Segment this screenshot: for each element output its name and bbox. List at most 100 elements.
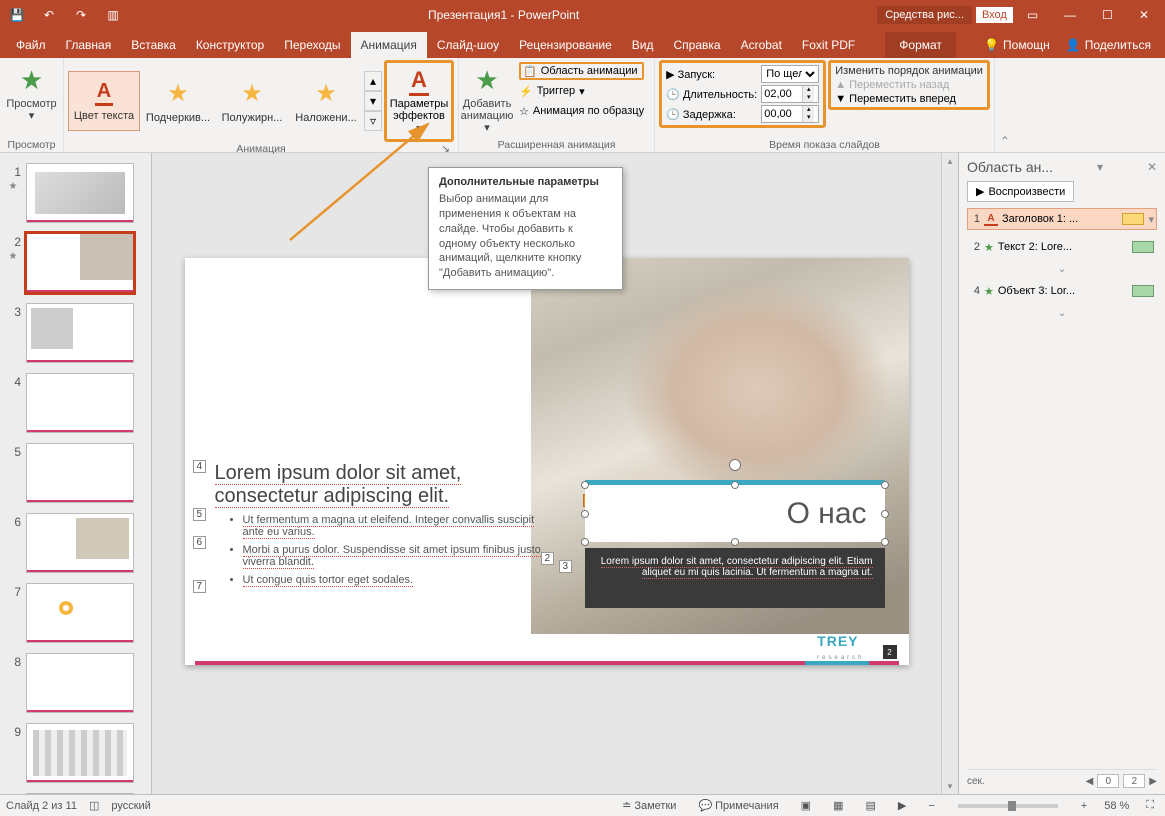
comments-button[interactable]: 💬 Примечания [693,799,783,812]
duration-input[interactable] [762,86,802,102]
star-icon: ★ [984,285,994,298]
delay-input[interactable] [762,106,802,122]
zoom-slider[interactable] [958,804,1058,808]
thumbnail-3[interactable] [26,303,134,363]
anim-tag-7[interactable]: 7 [193,580,207,593]
view-slideshow-icon[interactable]: ▶ [893,799,911,812]
star-icon: ★ [984,241,994,254]
minimize-icon[interactable]: — [1064,8,1076,22]
zoom-in-icon[interactable]: + [1076,800,1092,812]
preview-button[interactable]: ★ Просмотр▾ [8,60,56,126]
font-color-icon: A [984,212,998,226]
anim-tag-6[interactable]: 6 [193,536,207,549]
start-select[interactable]: По щелчку [761,65,819,83]
maximize-icon[interactable]: ☐ [1102,8,1113,22]
tab-file[interactable]: Файл [6,32,56,58]
save-icon[interactable]: 💾 [10,8,24,22]
anim-tag-4[interactable]: 4 [193,460,207,473]
share-button[interactable]: Поделиться [1085,38,1151,52]
language-label[interactable]: русский [111,800,150,812]
thumbnail-8[interactable] [26,653,134,713]
gallery-down-icon[interactable]: ▾ [364,91,382,111]
fit-to-window-icon[interactable]: ⛶ [1141,799,1159,812]
trigger-button[interactable]: ⚡ Триггер ▾ [519,82,644,100]
tab-insert[interactable]: Вставка [121,32,186,58]
nav-next-icon[interactable]: ▶ [1149,776,1157,787]
ribbon-options-icon[interactable]: ▭ [1027,8,1038,22]
anim-pane-item-3[interactable]: 4 ★ Объект 3: Lor... [967,280,1157,302]
account-login-button[interactable]: Вход [976,7,1013,23]
thumbnail-7[interactable] [26,583,134,643]
view-sorter-icon[interactable]: ▦ [828,799,848,812]
anim-pane-item-1[interactable]: 1 A Заголовок 1: ... ▾ [967,208,1157,230]
anim-tag-2[interactable]: 2 [541,552,555,565]
accessibility-icon[interactable]: ◫ [89,799,99,812]
lightbulb-icon: 💡 [984,38,999,52]
slide-subtitle-box[interactable]: Lorem ipsum dolor sit amet, consectetur … [585,548,885,608]
animation-pane-button[interactable]: 📋 Область анимации [519,62,644,80]
nav-prev-icon[interactable]: ◀ [1086,776,1094,787]
window-title: Презентация1 - PowerPoint [130,8,877,22]
slide-bullet-list[interactable]: Ut fermentum a magna ut eleifend. Intege… [229,514,549,592]
share-icon: 👤 [1066,38,1081,52]
anim-tag-3[interactable]: 3 [559,560,573,573]
move-later-button[interactable]: ▼ Переместить вперед [835,93,983,105]
play-button[interactable]: ▶ Воспроизвести [967,181,1074,202]
thumbnail-1[interactable] [26,163,134,223]
tab-acrobat[interactable]: Acrobat [731,32,792,58]
anim-effect-overlay[interactable]: ★Наложени... [290,71,362,131]
view-normal-icon[interactable]: ▣ [796,799,816,812]
anim-effect-color[interactable]: A Цвет текста [68,71,140,131]
tab-foxit[interactable]: Foxit PDF [792,32,865,58]
tab-slideshow[interactable]: Слайд-шоу [427,32,509,58]
anim-effect-underline[interactable]: ★Подчеркив... [142,71,214,131]
animation-painter-button[interactable]: ☆ Анимация по образцу [519,102,644,120]
tab-animation[interactable]: Анимация [351,32,427,58]
anim-tag-5[interactable]: 5 [193,508,207,521]
move-earlier-button: ▲ Переместить назад [835,79,983,91]
tab-home[interactable]: Главная [56,32,122,58]
rotate-handle-icon[interactable] [729,459,741,471]
add-animation-button[interactable]: ★ Добавить анимацию ▾ [463,60,511,138]
thumbnail-9[interactable] [26,723,134,783]
tab-transitions[interactable]: Переходы [274,32,350,58]
slide-heading[interactable]: Lorem ipsum dolor sit amet, consectetur … [215,462,545,508]
gallery-more-icon[interactable]: ▿ [364,111,382,131]
notes-button[interactable]: ≐ Заметки [617,799,681,812]
undo-icon[interactable]: ↶ [42,8,56,22]
tab-help[interactable]: Справка [663,32,730,58]
animation-pane-close-icon[interactable]: ✕ [1147,160,1157,174]
slide-title-box[interactable]: О нас [585,480,885,542]
effect-options-button[interactable]: A Параметры эффектов ▾ [384,60,454,142]
slide-thumbnails: 1★ 2★ 3 4 5 6 7 8 9 10 [0,153,152,794]
anim-effect-bold[interactable]: ★Полужирн... [216,71,288,131]
zoom-out-icon[interactable]: − [923,800,939,812]
thumbnail-6[interactable] [26,513,134,573]
slide-counter[interactable]: Слайд 2 из 11 [6,800,77,812]
redo-icon[interactable]: ↷ [74,8,88,22]
timeline-bar[interactable] [1132,285,1154,297]
view-reading-icon[interactable]: ▤ [860,799,880,812]
tell-me[interactable]: Помощн [1003,38,1050,52]
timeline-bar[interactable] [1122,213,1144,225]
expand-icon[interactable]: ⌄ [967,264,1157,274]
thumbnail-5[interactable] [26,443,134,503]
tab-format[interactable]: Формат [885,32,956,58]
gallery-up-icon[interactable]: ▴ [364,71,382,91]
tab-design[interactable]: Конструктор [186,32,274,58]
timeline-bar[interactable] [1132,241,1154,253]
start-from-beginning-icon[interactable]: ▥ [106,8,120,22]
page-number: 2 [883,645,897,659]
chevron-down-icon[interactable]: ▾ [1148,213,1154,226]
thumbnail-4[interactable] [26,373,134,433]
tab-view[interactable]: Вид [622,32,664,58]
close-icon[interactable]: ✕ [1139,8,1149,22]
anim-pane-item-2[interactable]: 2 ★ Текст 2: Lore... [967,236,1157,258]
zoom-value[interactable]: 58 % [1104,800,1129,812]
collapse-ribbon-icon[interactable]: ⌃ [995,58,1015,152]
canvas-scrollbar[interactable]: ▴▾ [941,153,958,794]
tab-review[interactable]: Рецензирование [509,32,622,58]
thumbnail-10[interactable] [26,793,134,794]
thumbnail-2[interactable] [26,233,134,293]
expand-icon[interactable]: ⌄ [967,308,1157,318]
